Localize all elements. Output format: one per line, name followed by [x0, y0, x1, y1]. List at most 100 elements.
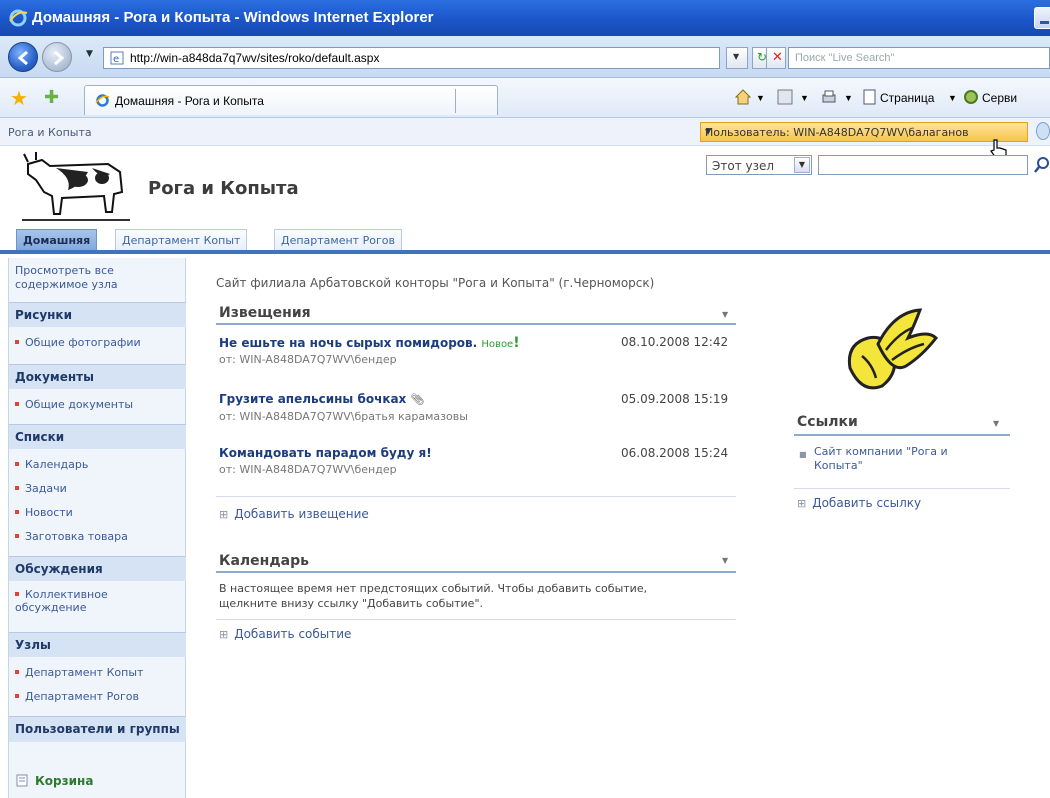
announcement-author: от: WIN-A848DA7Q7WV\бендер [219, 463, 397, 476]
address-field[interactable]: e http://win-a848da7q7wv/sites/roko/defa… [103, 47, 720, 69]
home-dropdown-icon[interactable]: ▼ [756, 93, 765, 103]
user-menu-button[interactable]: Пользователь: WIN-A848DA7Q7WV\балаганов … [700, 122, 1028, 142]
quick-launch: Просмотреть все содержимое узла Рисунки … [8, 258, 186, 798]
links-underline [794, 434, 1010, 436]
ql-item-calendar[interactable]: Календарь [15, 458, 88, 471]
links-title[interactable]: Ссылки [797, 414, 858, 430]
favorites-star-icon[interactable]: ★ [10, 86, 28, 110]
ql-item-news[interactable]: Новости [15, 506, 73, 519]
page-menu-icon [863, 89, 876, 105]
ql-header-sites[interactable]: Узлы [9, 632, 186, 657]
announcement-author: от: WIN-A848DA7Q7WV\братья карамазовы [219, 410, 468, 423]
site-title: Рога и Копыта [148, 178, 299, 199]
ql-header-discussions[interactable]: Обсуждения [9, 556, 186, 581]
calendar-title[interactable]: Календарь [219, 553, 309, 569]
top-nav-bar [0, 250, 1050, 254]
breadcrumb[interactable]: Рога и Копыта [8, 126, 92, 139]
tab-hooves-dept[interactable]: Департамент Копыт [115, 229, 248, 252]
window-title: Домашняя - Рога и Копыта - Windows Inter… [32, 9, 434, 26]
announcements-underline [216, 323, 736, 325]
announcement-date: 06.08.2008 15:24 [621, 446, 729, 460]
recycle-bin-label: Корзина [35, 774, 94, 788]
ie-tab-icon [95, 94, 110, 107]
calendar-empty-line1: В настоящее время нет предстоящих событи… [219, 582, 648, 595]
tab-horns-dept[interactable]: Департамент Рогов [274, 229, 402, 252]
announcement-title[interactable]: Не ешьте на ночь сырых помидоров. Новое! [219, 335, 520, 351]
ql-header-people-groups[interactable]: Пользователи и группы [9, 716, 186, 742]
minimize-button[interactable] [1034, 7, 1050, 29]
ql-item-horns-dept[interactable]: Департамент Рогов [15, 690, 139, 703]
ql-header-documents[interactable]: Документы [9, 364, 186, 389]
add-announcement-link[interactable]: Добавить извещение [219, 507, 369, 521]
browser-tab[interactable]: Домашняя - Рога и Копыта [84, 85, 498, 115]
divider [216, 496, 736, 497]
announcement-title-text: Не ешьте на ночь сырых помидоров. [219, 336, 478, 350]
recycle-bin-link[interactable]: Корзина [15, 773, 93, 788]
announcement-date: 08.10.2008 12:42 [621, 335, 729, 349]
gear-icon [964, 90, 978, 104]
announcement-author: от: WIN-A848DA7Q7WV\бендер [219, 353, 397, 366]
calendar-underline [216, 571, 736, 573]
page-menu[interactable]: Страница [880, 91, 934, 105]
bullet-icon: ■ [799, 450, 807, 459]
tab-toolbar: ★ ✚ Домашняя - Рога и Копыта ▼ ▼ ▼ Стран… [0, 78, 1050, 118]
forward-button[interactable] [42, 42, 72, 72]
view-all-content-link[interactable]: Просмотреть все содержимое узла [15, 264, 175, 292]
feeds-dropdown-icon[interactable]: ▼ [800, 93, 809, 103]
address-url: http://win-a848da7q7wv/sites/roko/defaul… [130, 51, 380, 65]
link-item-company-site[interactable]: Сайт компании "Рога и Копыта" [814, 445, 994, 473]
webpart-menu-icon[interactable]: ▼ [722, 310, 728, 319]
site-search-input[interactable] [818, 155, 1028, 175]
stop-button[interactable]: ✕ [766, 47, 786, 69]
page-dropdown-icon[interactable]: ▼ [948, 93, 957, 103]
help-icon[interactable] [1036, 122, 1050, 140]
feeds-icon[interactable] [776, 88, 794, 106]
site-description: Сайт филиала Арбатовской конторы "Рога и… [216, 276, 655, 290]
ql-item-shared-photos[interactable]: Общие фотографии [15, 336, 141, 349]
ie-logo-icon [9, 9, 28, 27]
chevron-down-icon: ▼ [705, 127, 712, 136]
service-menu[interactable]: Серви [982, 91, 1017, 105]
page-icon: e [110, 51, 124, 65]
ql-item-goods-stock[interactable]: Заготовка товара [15, 530, 128, 543]
ql-header-lists[interactable]: Списки [9, 424, 186, 449]
announcement-title[interactable]: Грузите апельсины бочках 📎︎ [219, 392, 424, 406]
announcement-title[interactable]: Командовать парадом буду я! [219, 446, 432, 460]
window-titlebar: Домашняя - Рога и Копыта - Windows Inter… [0, 0, 1050, 36]
home-icon[interactable] [734, 88, 752, 106]
search-icon[interactable] [1034, 156, 1050, 174]
announcement-date: 05.09.2008 15:19 [621, 392, 729, 406]
ql-item-hooves-dept[interactable]: Департамент Копыт [15, 666, 143, 679]
history-dropdown-icon[interactable]: ▼ [86, 49, 93, 59]
search-scope-select[interactable]: Этот узел ▼ [706, 155, 812, 175]
svg-text:e: e [113, 54, 119, 65]
ql-item-team-discussion[interactable]: Коллективное обсуждение [15, 588, 175, 614]
calendar-empty-line2: щелкните внизу ссылку "Добавить событие"… [219, 597, 484, 610]
attachment-icon: 📎︎ [410, 393, 425, 406]
live-search-input[interactable]: Поиск "Live Search" [788, 47, 1050, 69]
add-event-link[interactable]: Добавить событие [219, 627, 351, 641]
search-placeholder: Поиск "Live Search" [795, 52, 895, 64]
ql-header-pictures[interactable]: Рисунки [9, 302, 186, 327]
tab-home[interactable]: Домашняя [16, 229, 98, 252]
cow-logo-icon [22, 150, 130, 228]
print-icon[interactable] [820, 88, 838, 106]
new-exclamation-icon: ! [513, 335, 520, 351]
recycle-bin-icon [16, 774, 28, 787]
print-dropdown-icon[interactable]: ▼ [844, 93, 853, 103]
address-toolbar: ▼ e http://win-a848da7q7wv/sites/roko/de… [0, 36, 1050, 78]
ql-item-tasks[interactable]: Задачи [15, 482, 67, 495]
divider [216, 619, 736, 620]
tab-title: Домашняя - Рога и Копыта [115, 94, 264, 108]
address-dropdown-button[interactable]: ▼ [726, 47, 748, 69]
announcement-title-text: Грузите апельсины бочках [219, 392, 407, 406]
back-arrow-icon [17, 50, 28, 66]
add-favorite-icon[interactable]: ✚ [44, 87, 59, 108]
webpart-menu-icon[interactable]: ▼ [722, 556, 728, 565]
add-link-link[interactable]: Добавить ссылку [797, 496, 921, 510]
back-button[interactable] [8, 42, 38, 72]
ql-item-shared-documents[interactable]: Общие документы [15, 398, 133, 411]
forward-arrow-icon [54, 50, 65, 66]
announcements-title[interactable]: Извещения [219, 305, 311, 321]
webpart-menu-icon[interactable]: ▼ [993, 419, 999, 428]
